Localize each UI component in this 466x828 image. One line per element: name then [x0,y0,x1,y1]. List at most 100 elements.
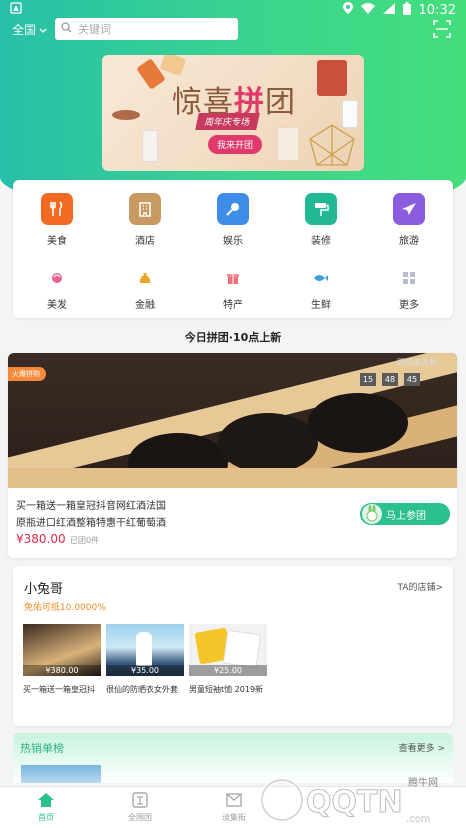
category-hotel[interactable]: 酒店 [115,193,175,247]
deal-title: 买一箱送一箱皇冠抖音网红酒法国 原瓶进口红酒整箱特惠干红葡萄酒 [16,498,216,532]
city-label: 全国 [12,23,37,37]
join-group-button[interactable]: 马上参团 [360,503,450,525]
category-renovation[interactable]: 装修 [291,193,351,247]
tab-home[interactable]: 首页 [16,791,76,823]
building-icon [129,193,161,225]
hot-item-image[interactable] [21,765,101,783]
hair-icon [47,268,67,288]
shop-item-price: ¥35.00 [106,665,184,676]
category-label: 旅游 [399,236,419,247]
svg-text:QQTN: QQTN [306,785,403,820]
rebate-text: 免佑可抵10.0000% [24,603,106,613]
clock-time: 10:32 [418,2,456,18]
category-specialty[interactable]: 特产 [203,268,263,311]
shop-item-price: ¥25.00 [189,665,267,676]
rabbit-icon [362,504,382,524]
signal-icon [382,2,395,18]
chevron-down-icon [39,23,47,37]
search-placeholder: 关键词 [78,23,111,36]
notification-icon [10,2,22,18]
promo-banner[interactable]: 惊喜拼团 周年庆专场 我来开团 [102,55,364,171]
tab-national-group[interactable]: 全国团 [110,791,170,823]
shop-item-image[interactable]: ¥380.00 [23,624,101,676]
shop-card: 小兔哥 TA的店铺> 免佑可抵10.0000% ¥380.00 买一箱送一箱皇冠… [13,566,453,726]
search-icon [61,22,72,36]
search-input[interactable]: 关键词 [55,18,238,40]
mail-icon [225,791,243,809]
deal-title-line: 买一箱送一箱皇冠抖音网红酒法国 [16,501,166,512]
shop-item-image[interactable]: ¥35.00 [106,624,184,676]
category-travel[interactable]: 旅游 [379,193,439,247]
shop-item-image[interactable]: ¥25.00 [189,624,267,676]
status-bar: 10:32 [0,0,466,20]
category-fresh[interactable]: 生鲜 [291,268,351,311]
hot-list-more[interactable]: 查看更多 > [399,741,445,754]
geometric-lamp-icon [309,124,355,166]
paint-roller-icon [305,193,337,225]
money-bag-icon [135,268,155,288]
shop-link[interactable]: TA的店铺> [398,580,444,593]
deal-title-line: 原瓶进口红酒整箱特惠干红葡萄酒 [16,518,166,529]
shop-item-price: ¥380.00 [23,665,101,676]
category-label: 装修 [311,236,331,247]
battery-icon [402,1,411,19]
open-group-button[interactable]: 我来开团 [208,135,263,154]
banner-title-c: 团 [265,85,296,120]
category-more[interactable]: 更多 [379,268,439,311]
product-image [112,110,140,120]
countdown-hours: 15 [360,373,376,386]
gift-icon [223,268,243,288]
shop-item-caption[interactable]: 很仙的防晒衣女外套 [106,684,192,695]
tab-street[interactable]: 淡集街 [204,791,264,823]
shop-item-caption[interactable]: 男童短袖t恤 2019新 [189,684,275,695]
location-icon [342,2,353,18]
group-icon [131,791,149,809]
deal-sold-count: 已团0件 [70,536,100,545]
group-deal-card[interactable]: 火爆拼购 距结束还剩 15 48 45 买一箱送一箱皇冠抖音网红酒法国 原瓶进口… [8,353,457,558]
product-image [277,127,299,161]
category-label: 金融 [135,300,155,311]
airplane-icon [393,193,425,225]
countdown-label: 距结束还剩 [397,358,437,367]
category-hair[interactable]: 美发 [27,268,87,311]
category-label: 更多 [399,300,419,311]
countdown-seconds: 45 [404,373,420,386]
category-grid: 美食 酒店 娱乐 装修 旅游 美发 金融 特产 生鲜 更多 [13,180,453,318]
shop-item-caption[interactable]: 买一箱送一箱皇冠抖 [23,684,109,695]
tab-label: 全国团 [128,813,152,822]
microphone-icon [217,193,249,225]
category-finance[interactable]: 金融 [115,268,175,311]
category-label: 酒店 [135,236,155,247]
category-label: 美发 [47,300,67,311]
tab-label: 首页 [38,813,54,822]
utensils-icon [41,193,73,225]
hot-list-title: 热销单榜 [20,742,64,755]
svg-text:.com: .com [406,814,431,825]
category-label: 特产 [223,300,243,311]
product-image [142,130,158,162]
shop-name: 小兔哥 [24,582,64,597]
scan-icon[interactable] [433,20,451,42]
section-title: 今日拼团·10点上新 [184,331,282,344]
banner-subtitle: 周年庆专场 [195,113,260,130]
product-image [159,55,187,77]
category-food[interactable]: 美食 [27,193,87,247]
deal-price: ¥380.00 [16,532,66,546]
category-label: 生鲜 [311,300,331,311]
home-icon [37,791,55,809]
site-watermark: QQTN .com 腾牛网 [256,772,466,828]
countdown-minutes: 48 [382,373,398,386]
watermark-brand: 腾牛网 [408,778,438,789]
wifi-icon [360,2,375,18]
category-label: 娱乐 [223,236,243,247]
top-bar: 全国 关键词 [0,18,466,42]
city-selector[interactable]: 全国 [12,21,47,38]
category-label: 美食 [47,236,67,247]
join-group-label: 马上参团 [386,510,426,522]
fish-icon [311,268,331,288]
product-image [317,60,347,96]
category-entertainment[interactable]: 娱乐 [203,193,263,247]
hot-badge: 火爆拼购 [8,367,46,381]
tab-label: 淡集街 [222,813,246,822]
grid-icon [399,268,419,288]
